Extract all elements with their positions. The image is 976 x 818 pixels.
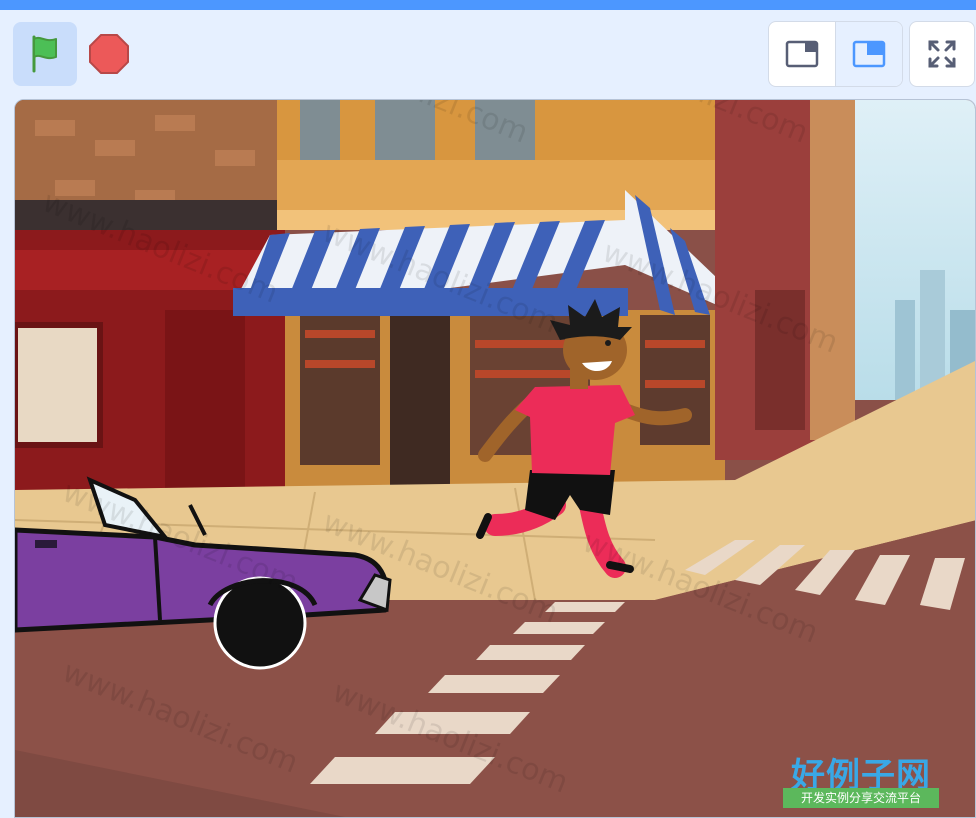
green-flag-button[interactable] [13, 22, 77, 86]
watermark-logo: 好例子网 开发实例分享交流平台 [781, 748, 941, 810]
stop-button[interactable] [85, 22, 133, 86]
stage-size-toggle [768, 21, 903, 87]
logo-subtitle: 开发实例分享交流平台 [783, 788, 939, 808]
fullscreen-button[interactable] [909, 21, 975, 87]
large-stage-icon [852, 40, 886, 68]
stop-sign-icon [89, 34, 129, 74]
small-stage-icon [785, 40, 819, 68]
top-accent-bar [0, 0, 976, 10]
purple-convertible-sprite[interactable] [15, 475, 405, 675]
small-stage-button[interactable] [769, 22, 836, 86]
runner-sprite[interactable] [470, 295, 710, 585]
large-stage-button[interactable] [836, 22, 902, 86]
fullscreen-icon [928, 40, 956, 68]
stage-canvas[interactable]: www.haolizi.com www.haolizi.com www.haol… [14, 99, 976, 818]
green-flag-icon [32, 35, 57, 73]
stage-controls [0, 10, 976, 98]
